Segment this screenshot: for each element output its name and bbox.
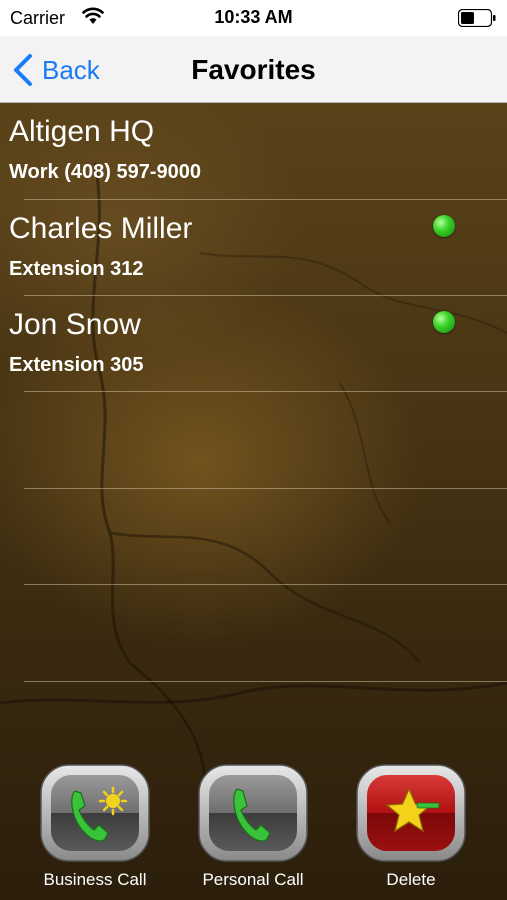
contact-detail: Work (408) 597-9000 [9,161,201,183]
star-icon [356,764,466,862]
contact-detail: Extension 305 [9,354,144,376]
list-item[interactable]: Altigen HQ Work (408) 597-9000 [0,103,507,200]
business-call-label: Business Call [43,870,147,889]
personal-call-button[interactable]: Personal Call [197,763,309,890]
presence-online-icon [433,311,455,333]
personal-call-label: Personal Call [202,870,304,889]
contact-name: Jon Snow [9,308,141,341]
contact-detail: Extension 312 [9,258,144,280]
business-call-button[interactable]: Business Call [39,763,151,890]
divider [24,391,507,392]
phone-with-sun-icon [40,764,150,862]
delete-label: Delete [386,870,436,889]
contact-name: Altigen HQ [9,115,155,148]
page-title: Favorites [191,54,316,85]
presence-online-icon [433,215,455,237]
delete-button[interactable]: Delete [355,763,467,890]
list-item[interactable]: Jon Snow Extension 305 [0,296,507,393]
phone-icon [198,764,308,862]
clock: 10:33 AM [214,7,293,27]
divider [24,488,507,489]
divider [24,584,507,585]
navigation-bar: Back Favorites [0,36,507,103]
contact-name: Charles Miller [9,212,193,245]
battery-icon [458,9,496,27]
divider [24,681,507,682]
list-item[interactable]: Charles Miller Extension 312 [0,200,507,297]
status-bar: Carrier 10:33 AM [0,0,507,36]
